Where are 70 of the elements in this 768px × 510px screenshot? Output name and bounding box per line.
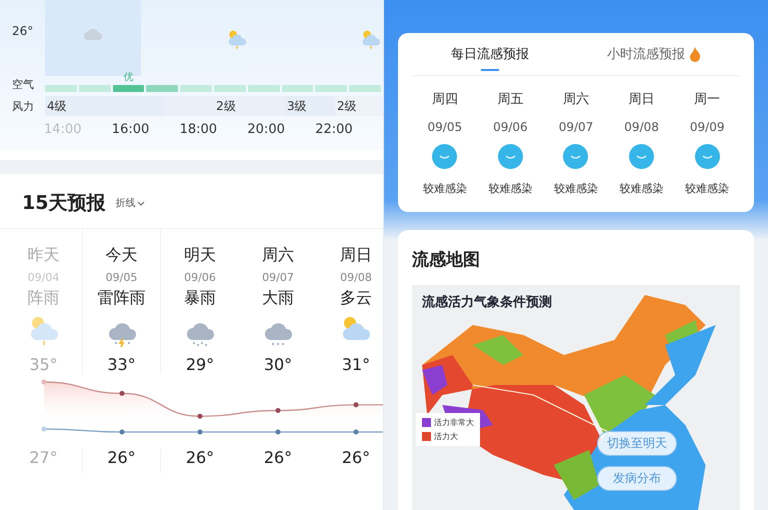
flu-day-name: 周日 [628,91,655,108]
smiley-face-icon [629,144,654,169]
legend-label: 活力非常大 [434,417,474,428]
temperature-label: 26° [11,23,34,40]
low-temperature: 27° [29,448,58,467]
flu-day-name: 周四 [432,91,458,108]
day-weather: 多云 [340,288,372,309]
forecast-title: 15天预报 [22,191,106,216]
day-date: 09/07 [262,271,294,284]
day-name: 周六 [262,245,294,266]
infection-risk: 较难感染 [554,181,598,196]
low-temperature: 26° [107,448,136,467]
high-temperature: 33° [107,355,136,374]
infection-risk: 较难感染 [422,181,467,196]
smiley-face-icon [563,144,588,169]
infection-risk: 较难感染 [488,181,532,196]
day-name: 今天 [106,245,138,266]
flu-day-name: 周一 [694,91,720,108]
caret-icon [137,200,146,206]
wind-level: 4级 [45,96,165,116]
low-temperature: 26° [264,448,292,467]
forecast-tab[interactable]: 每日流感预报 [447,45,533,75]
air-label: 空气 [11,77,35,92]
hour-time: 16:00 [112,122,150,137]
smiley-face-icon [432,144,458,169]
flu-day-date: 09/06 [493,120,528,134]
high-temperature: 31° [342,355,370,374]
legend-label: 活力大 [434,431,458,442]
day-date: 09/06 [184,271,216,284]
day-name: 昨天 [28,245,60,266]
flu-day-name: 周六 [562,91,589,108]
hour-time: 20:00 [247,122,286,137]
day-weather: 雷阵雨 [98,288,146,309]
day-date: 09/08 [340,271,372,284]
wind-level: 2级 [165,96,285,116]
day-weather: 阵雨 [28,288,60,309]
flu-day-date: 09/08 [624,120,659,134]
forecast-tab[interactable]: 小时流感预报 [603,45,705,75]
smiley-face-icon [694,144,720,169]
map-heading: 流感活力气象条件预测 [422,294,552,311]
low-temperature: 26° [186,448,214,467]
infection-risk: 较难感染 [620,181,664,196]
air-quality-label: 优 [123,71,134,84]
hour-time: 14:00 [44,122,82,137]
wind-level: 2级 [335,96,383,116]
day-name: 明天 [184,245,216,266]
flu-day-date: 09/09 [690,120,724,134]
flu-day-date: 09/07 [558,120,594,134]
high-temperature: 29° [186,355,214,374]
high-temperature: 35° [29,355,58,374]
view-selector[interactable]: 折线 [115,196,146,210]
day-date: 09/04 [28,271,60,284]
day-name: 周日 [340,245,372,266]
wind-label: 风力 [11,98,35,114]
low-temperature: 26° [342,448,370,467]
day-weather: 大雨 [262,288,294,309]
day-weather: 暴雨 [184,288,216,309]
flu-day-name: 周五 [497,91,524,108]
infection-risk: 较难感染 [685,181,730,196]
cloud-icon [82,28,104,41]
high-temperature: 30° [264,355,292,374]
hour-time: 18:00 [180,122,218,137]
wind-level: 3级 [285,96,335,116]
flu-map-title: 流感地图 [412,249,481,271]
sun-cloud-rain-icon [226,28,248,50]
smiley-face-icon [498,144,523,169]
day-date: 09/05 [106,271,138,284]
flu-day-date: 09/05 [428,120,462,134]
hour-time: 22:00 [315,122,354,137]
sun-cloud-rain-icon [360,28,382,50]
